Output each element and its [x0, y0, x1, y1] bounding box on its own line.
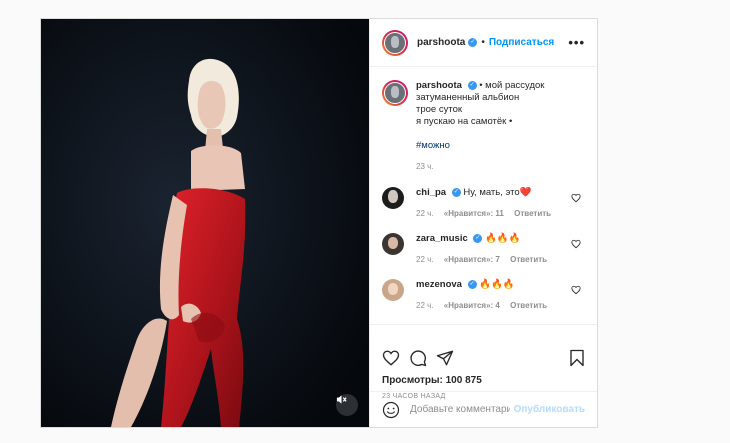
- comment-time[interactable]: 22 ч.: [416, 209, 434, 218]
- verified-icon: ✓: [467, 80, 477, 90]
- action-bar: [382, 349, 585, 373]
- comment-time[interactable]: 22 ч.: [416, 255, 434, 264]
- commenter-avatar[interactable]: [382, 279, 404, 301]
- comment-text: Ну, мать, это❤️: [463, 187, 532, 198]
- commenter-avatar[interactable]: [382, 233, 404, 255]
- mute-button[interactable]: [336, 394, 358, 416]
- comment-likes[interactable]: «Нравится»: 11: [444, 209, 504, 218]
- like-comment-heart-icon[interactable]: [571, 239, 581, 249]
- caption-line: затуманенный альбион: [416, 92, 520, 103]
- post-sidebar: parshoota ✓ • Подписаться ••• parshoota …: [369, 19, 597, 427]
- reply-button[interactable]: Ответить: [510, 255, 547, 264]
- caption-username[interactable]: parshoota: [416, 80, 462, 91]
- share-icon[interactable]: [436, 349, 454, 367]
- views-count[interactable]: Просмотры: 100 875: [382, 375, 482, 386]
- post-header: parshoota ✓ • Подписаться •••: [370, 19, 597, 67]
- verified-icon: ✓: [451, 187, 461, 197]
- follow-button[interactable]: Подписаться: [489, 37, 554, 48]
- reply-button[interactable]: Ответить: [510, 301, 547, 310]
- caption-line: я пускаю на самотёк •: [416, 116, 513, 127]
- comment-item: mezenova ✓ 🔥🔥🔥 22 ч. «Нравится»: 4 Ответ…: [382, 279, 585, 312]
- caption-time[interactable]: 23 ч.: [416, 162, 434, 171]
- verified-icon: ✓: [468, 38, 478, 47]
- comment-likes[interactable]: «Нравится»: 4: [444, 301, 500, 310]
- caption-avatar[interactable]: [382, 80, 408, 106]
- caption-line: трое суток: [416, 104, 463, 115]
- caption-row: parshoota ✓ • мой рассудок затуманенный …: [382, 80, 585, 173]
- commenter-avatar[interactable]: [382, 187, 404, 209]
- divider: [370, 324, 597, 325]
- comment-text: 🔥🔥🔥: [485, 233, 521, 244]
- post-card: parshoota ✓ • Подписаться ••• parshoota …: [40, 18, 598, 428]
- comment-icon[interactable]: [409, 349, 427, 367]
- bookmark-icon[interactable]: [569, 349, 585, 367]
- commenter-username[interactable]: mezenova: [416, 279, 462, 290]
- verified-icon: ✓: [467, 279, 477, 289]
- publish-button[interactable]: Опубликовать: [514, 404, 585, 415]
- separator-dot: •: [481, 37, 485, 48]
- comment-time[interactable]: 22 ч.: [416, 301, 434, 310]
- author-username[interactable]: parshoota: [417, 37, 465, 48]
- commenter-username[interactable]: zara_music: [416, 233, 468, 244]
- mute-icon: [336, 395, 347, 404]
- heart-icon[interactable]: [382, 349, 400, 367]
- post-video[interactable]: [41, 19, 369, 427]
- more-options-icon[interactable]: •••: [568, 35, 585, 50]
- comment-input[interactable]: [410, 404, 510, 415]
- comments-list[interactable]: parshoota ✓ • мой рассудок затуманенный …: [370, 68, 597, 324]
- like-comment-heart-icon[interactable]: [571, 285, 581, 295]
- comment-item: zara_music ✓ 🔥🔥🔥 22 ч. «Нравится»: 7 Отв…: [382, 233, 585, 266]
- like-comment-heart-icon[interactable]: [571, 193, 581, 203]
- verified-icon: ✓: [473, 233, 483, 243]
- video-frame-illustration: [41, 19, 369, 427]
- comment-likes[interactable]: «Нравится»: 7: [444, 255, 500, 264]
- hashtag-link[interactable]: #можно: [416, 140, 585, 152]
- caption-line: • мой рассудок: [479, 80, 545, 91]
- add-comment-bar: Опубликовать: [370, 391, 597, 427]
- author-avatar[interactable]: [382, 29, 408, 56]
- commenter-username[interactable]: chi_pa: [416, 187, 446, 198]
- reply-button[interactable]: Ответить: [514, 209, 551, 218]
- comment-text: 🔥🔥🔥: [479, 279, 515, 290]
- comment-item: chi_pa ✓ Ну, мать, это❤️ 22 ч. «Нравится…: [382, 187, 585, 220]
- emoji-icon[interactable]: [382, 401, 400, 419]
